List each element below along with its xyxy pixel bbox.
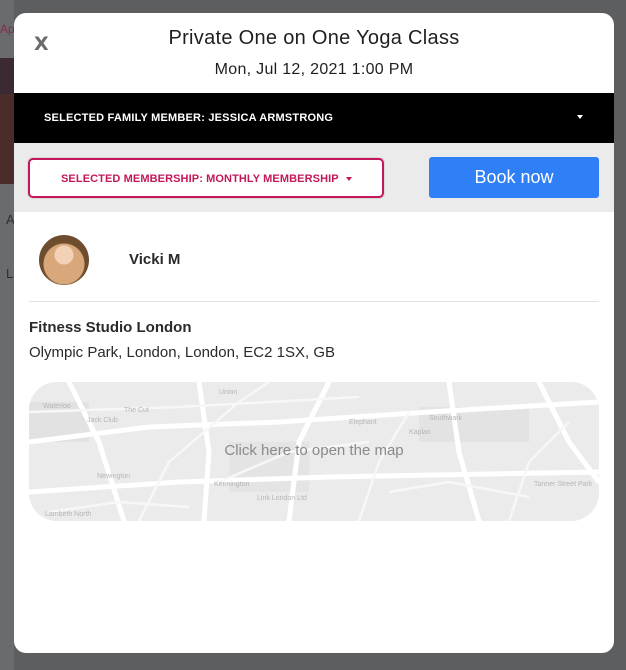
class-title: Private One on One Yoga Class (168, 27, 460, 49)
class-datetime: Mon, Jul 12, 2021 1:00 PM (214, 61, 414, 78)
map-street-label: Waterloo (43, 403, 71, 410)
map-street-label: Lambeth North (45, 511, 91, 518)
background-text: L (6, 266, 14, 281)
instructor-avatar (39, 235, 89, 285)
booking-modal: X Private One on One Yoga Class Mon, Jul… (14, 13, 614, 653)
book-now-button[interactable]: Book now (429, 157, 599, 198)
map-preview[interactable]: Waterloo Jack Club The Cut Union Southwa… (29, 382, 599, 521)
chevron-down-icon (346, 177, 352, 181)
instructor-name: Vicki M (129, 251, 181, 268)
membership-dropdown[interactable]: SELECTED MEMBERSHIP: MONTHLY MEMBERSHIP (28, 158, 384, 198)
map-street-label: Link London Ltd (257, 495, 307, 502)
family-member-label: SELECTED FAMILY MEMBER: JESSICA ARMSTRON… (44, 112, 334, 124)
venue-name: Fitness Studio London (29, 319, 192, 336)
map-street-label: Jack Club (87, 417, 118, 424)
map-street-label: Newington (97, 473, 130, 480)
family-member-dropdown[interactable]: SELECTED FAMILY MEMBER: JESSICA ARMSTRON… (14, 93, 614, 143)
background-image (0, 94, 14, 184)
action-bar: SELECTED MEMBERSHIP: MONTHLY MEMBERSHIP … (14, 143, 614, 212)
venue-address: Olympic Park, London, London, EC2 1SX, G… (29, 344, 335, 361)
map-street-label: Union (219, 389, 237, 396)
map-open-label: Click here to open the map (224, 442, 404, 459)
map-street-label: Elephant (349, 419, 377, 426)
background-app-text: Ap (0, 22, 15, 36)
background-image (0, 58, 14, 94)
map-street-label: Kennington (214, 481, 250, 488)
map-street-label: The Cut (124, 407, 149, 414)
avatar (39, 235, 89, 285)
map-street-label: Kaplan (409, 429, 431, 436)
map-street-label: Southwark (429, 415, 463, 422)
map-street-label: Tanner Street Park (534, 481, 593, 488)
chevron-down-icon (577, 115, 583, 119)
divider (29, 301, 599, 302)
membership-label: SELECTED MEMBERSHIP: MONTHLY MEMBERSHIP (61, 173, 339, 185)
